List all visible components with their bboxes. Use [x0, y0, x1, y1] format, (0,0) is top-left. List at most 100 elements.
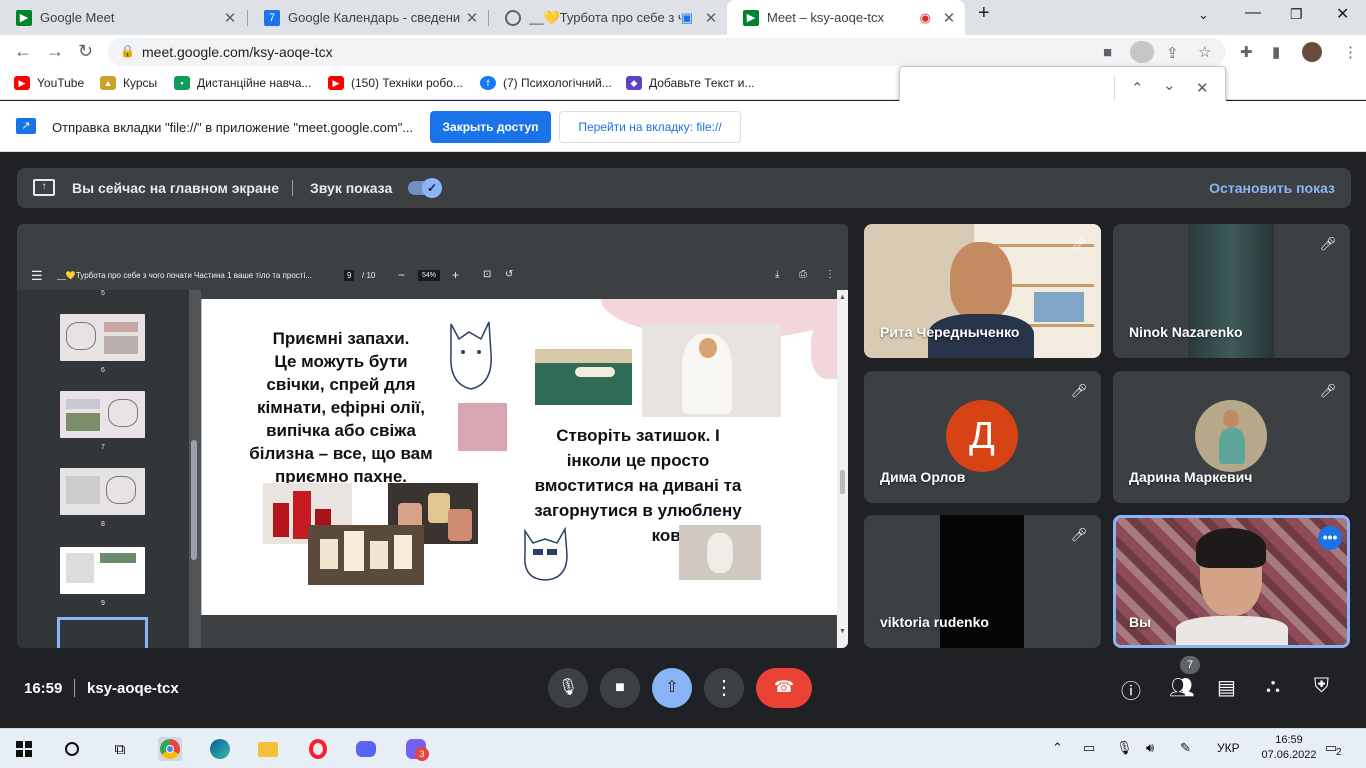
bookmark-courses[interactable]: ▲ Курсы — [100, 76, 157, 90]
reload-icon[interactable]: ↻ — [78, 41, 93, 62]
bookmark-psychology[interactable]: f (7) Психологічний... — [480, 76, 612, 90]
hang-up-icon: ☎ — [774, 679, 794, 696]
leave-call-button[interactable]: ☎ — [756, 668, 812, 708]
bookmark-techniques[interactable]: ▶ (150) Техніки робо... — [328, 76, 463, 90]
tab-meet-active[interactable]: ▶ Meet – ksy-aoqe-tcx ◉ ✕ — [727, 0, 965, 35]
participant-tile[interactable]: 🎤︎ viktoria rudenko — [864, 515, 1101, 648]
stop-presenting-button[interactable]: Остановить показ — [1209, 180, 1335, 196]
share-icon[interactable]: ⇪ — [1166, 44, 1179, 62]
camera-icon[interactable]: ■ — [1103, 44, 1112, 61]
scroll-up-icon[interactable]: ▲ — [839, 294, 846, 301]
chat-icon[interactable]: ▤ — [1217, 675, 1236, 700]
bookmark-distance-learning[interactable]: ▪ Дистанційне навча... — [174, 76, 311, 90]
goto-tab-button[interactable]: Перейти на вкладку: file:// — [559, 111, 741, 143]
tab-google-meet[interactable]: ▶ Google Meet ✕ — [0, 0, 246, 35]
minimize-icon[interactable]: — — [1245, 4, 1261, 22]
side-panel-icon[interactable]: ▮ — [1272, 43, 1280, 61]
chevron-up-icon[interactable]: ⌃ — [1131, 79, 1144, 97]
close-tab-icon[interactable]: ✕ — [699, 9, 723, 27]
chrome-icon[interactable] — [158, 737, 182, 761]
scroll-thumb[interactable] — [840, 470, 845, 494]
more-options-button[interactable]: ⋮ — [704, 668, 744, 708]
menu-icon[interactable]: ☰ — [31, 268, 43, 284]
participant-name: viktoria rudenko — [880, 614, 989, 630]
meet-icon: ▶ — [743, 9, 759, 26]
tab-pdf[interactable]: __💛Турбота про себе з чо ▣ ✕ — [489, 0, 727, 35]
edge-icon[interactable] — [208, 737, 232, 761]
zoom-in-icon[interactable]: + — [452, 268, 459, 282]
tab-title: Google Meet — [40, 10, 115, 25]
more-options-icon[interactable]: ••• — [1318, 526, 1342, 550]
more-icon[interactable]: ⋮ — [825, 269, 835, 280]
participant-tile[interactable]: 🎤︎ Ninok Nazarenko — [1113, 224, 1350, 358]
camera-button[interactable]: ■ — [600, 668, 640, 708]
cat-illustration — [441, 314, 501, 394]
rotate-icon[interactable]: ↺ — [505, 269, 513, 280]
fit-page-icon[interactable]: ⊡ — [483, 269, 491, 280]
language-indicator[interactable]: УКР — [1217, 741, 1240, 755]
tab-search-icon[interactable]: ⌄ — [1198, 7, 1209, 23]
close-tab-icon[interactable]: ✕ — [460, 9, 484, 27]
microphone-tray-icon[interactable]: 🎙︎ — [1116, 740, 1133, 756]
zoom-level[interactable]: 54% — [418, 270, 441, 281]
restore-icon[interactable]: ❐ — [1290, 6, 1303, 23]
address-bar[interactable]: 🔒 meet.google.com/ksy-aoqe-tcx ■ ⇪ ☆ — [108, 38, 1226, 66]
page-scrollbar[interactable]: ▲ ▼ — [837, 290, 848, 648]
pen-icon[interactable]: ✎ — [1180, 740, 1191, 756]
page-thumbnail-current[interactable] — [60, 547, 145, 594]
close-tab-icon[interactable]: ✕ — [218, 9, 242, 27]
zoom-out-icon[interactable]: − — [398, 268, 405, 282]
volume-icon[interactable]: 🔊︎ — [1146, 740, 1154, 756]
present-button[interactable]: ⇧ — [652, 668, 692, 708]
sound-toggle[interactable]: ✓ — [422, 178, 442, 198]
bookmark-star-icon[interactable]: ☆ — [1198, 43, 1211, 61]
page-thumbnail[interactable] — [60, 468, 145, 515]
host-controls-icon[interactable]: ⛨ — [1314, 675, 1329, 698]
page-input[interactable]: 9 — [344, 270, 355, 281]
page-thumbnail[interactable] — [60, 314, 145, 361]
people-icon[interactable]: 👥︎ — [1169, 675, 1194, 700]
participant-tile[interactable]: 🎤︎ Рита Чередныченко — [864, 224, 1101, 358]
bookmark-youtube[interactable]: ▶ YouTube — [14, 76, 84, 90]
participant-tile[interactable]: 🎤︎ Дарина Маркевич — [1113, 371, 1350, 503]
thumbnail-scrollbar[interactable] — [189, 290, 201, 648]
page-thumbnail[interactable] — [60, 391, 145, 438]
new-tab-icon[interactable]: + — [978, 2, 990, 25]
print-icon[interactable]: ⎙ — [799, 269, 807, 280]
back-icon[interactable]: ← — [14, 41, 32, 62]
tab-google-calendar[interactable]: 7 Google Календарь - сведения о ✕ — [248, 0, 488, 35]
close-find-icon[interactable]: ✕ — [1196, 79, 1209, 97]
extensions-icon[interactable]: ✚ — [1240, 43, 1253, 61]
screen-share-icon: ↗ — [16, 118, 36, 134]
menu-icon[interactable]: ⋮ — [1343, 43, 1358, 61]
thumb-label: 8 — [101, 521, 105, 528]
self-tile[interactable]: ••• Вы — [1113, 515, 1350, 648]
windows-start-icon[interactable] — [12, 737, 36, 761]
scroll-down-icon[interactable]: ▼ — [839, 628, 846, 635]
battery-icon[interactable]: ▭ — [1083, 740, 1095, 756]
close-window-icon[interactable]: ✕ — [1336, 4, 1349, 24]
search-icon[interactable] — [60, 737, 84, 761]
clock[interactable]: 16:59 07.06.2022 — [1260, 733, 1318, 763]
activities-icon[interactable]: ⛬ — [1266, 675, 1280, 698]
bookmark-add-text[interactable]: ◆ Добавьте Текст и... — [626, 76, 755, 90]
chevron-down-icon[interactable]: ⌄ — [1163, 76, 1176, 94]
find-icon[interactable] — [1130, 41, 1154, 63]
info-icon[interactable]: ⓘ — [1121, 675, 1141, 704]
show-hidden-icons[interactable]: ⌃ — [1052, 740, 1063, 756]
participant-name: Дима Орлов — [880, 469, 966, 485]
stop-access-button[interactable]: Закрыть доступ — [430, 111, 551, 143]
sharing-infobar: ↗ Отправка вкладки "file://" в приложени… — [0, 101, 1366, 152]
discord-icon[interactable] — [354, 737, 378, 761]
download-icon[interactable]: ⤓ — [775, 269, 779, 280]
thumb-label: 6 — [101, 367, 105, 374]
task-view-icon[interactable]: ⧉ — [108, 737, 132, 761]
forward-icon[interactable]: → — [46, 41, 64, 62]
close-tab-icon[interactable]: ✕ — [937, 9, 961, 27]
file-explorer-icon[interactable] — [256, 737, 280, 761]
opera-icon[interactable] — [306, 737, 330, 761]
profile-avatar[interactable] — [1302, 42, 1322, 62]
participant-tile[interactable]: Д 🎤︎ Дима Орлов — [864, 371, 1101, 503]
microphone-button[interactable]: 🎙︎ — [548, 668, 588, 708]
bookmark-label: Дистанційне навча... — [197, 76, 312, 90]
